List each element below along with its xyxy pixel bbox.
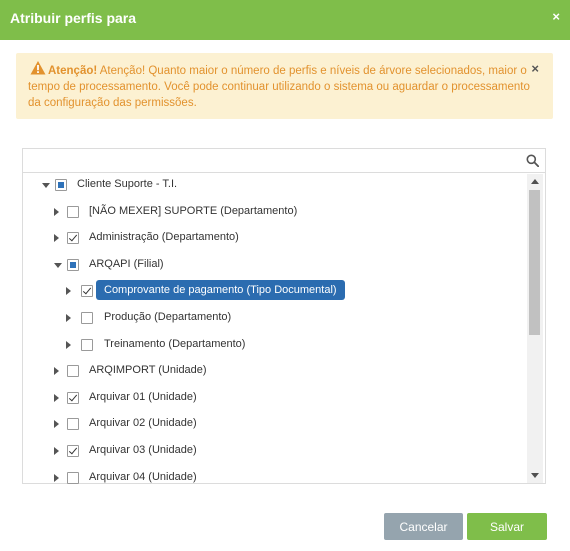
- tree-node[interactable]: ARQIMPORT (Unidade): [23, 360, 523, 382]
- tree-node-checkbox[interactable]: [67, 445, 79, 457]
- tree: Cliente Suporte - T.I. [NÃO MEXER] SUPORT…: [23, 174, 545, 484]
- search-icon[interactable]: [526, 154, 539, 167]
- tree-node[interactable]: [NÃO MEXER] SUPORTE (Departamento): [23, 201, 523, 223]
- expand-arrow-icon[interactable]: [42, 183, 50, 188]
- collapse-arrow-icon[interactable]: [54, 234, 59, 243]
- tree-node-checkbox[interactable]: [67, 232, 79, 245]
- collapse-arrow-icon[interactable]: [66, 314, 71, 322]
- tree-node-checkbox[interactable]: [67, 391, 79, 404]
- tree-node[interactable]: Comprovante de pagamento (Tipo Documenta…: [23, 280, 523, 302]
- tree-node-checkbox[interactable]: [55, 179, 67, 191]
- tree-node-checkbox[interactable]: [67, 471, 79, 484]
- tree-node-label[interactable]: Arquivar 03 (Unidade): [89, 444, 197, 456]
- collapse-arrow-icon[interactable]: [54, 473, 59, 482]
- tree-node-label[interactable]: Treinamento (Departamento): [104, 338, 245, 350]
- collapse-arrow-icon[interactable]: [66, 287, 71, 296]
- collapse-arrow-icon[interactable]: [54, 367, 59, 376]
- alert-strong: Atenção!: [48, 65, 98, 77]
- collapse-arrow-icon[interactable]: [54, 207, 59, 216]
- tree-node-checkbox[interactable]: [67, 258, 79, 271]
- collapse-arrow-icon[interactable]: [54, 393, 59, 402]
- tree-node[interactable]: Arquivar 03 (Unidade): [23, 440, 523, 462]
- dialog-header: Atribuir perfis para ×: [0, 0, 570, 40]
- tree-node-label[interactable]: Arquivar 04 (Unidade): [89, 471, 197, 483]
- profile-tree-panel: Cliente Suporte - T.I. [NÃO MEXER] SUPORT…: [22, 148, 546, 484]
- tree-node-checkbox[interactable]: [67, 205, 79, 218]
- tree-scrollbar[interactable]: [527, 174, 543, 483]
- tree-node-checkbox[interactable]: [81, 338, 93, 351]
- scroll-down-icon[interactable]: [531, 473, 539, 478]
- tree-node[interactable]: Treinamento (Departamento): [23, 334, 523, 356]
- alert-message: Atenção! Atenção! Quanto maior o número …: [28, 63, 533, 111]
- tree-node-label[interactable]: Arquivar 01 (Unidade): [89, 391, 197, 403]
- tree-node-label[interactable]: Arquivar 02 (Unidade): [89, 417, 197, 429]
- search-input[interactable]: [23, 149, 519, 172]
- tree-node-label[interactable]: Cliente Suporte - T.I.: [77, 178, 177, 190]
- tree-search: [23, 149, 545, 173]
- tree-node-label[interactable]: Produção (Departamento): [104, 311, 231, 323]
- tree-node[interactable]: Arquivar 02 (Unidade): [23, 413, 523, 435]
- tree-node-label[interactable]: Comprovante de pagamento (Tipo Documenta…: [96, 280, 345, 301]
- tree-node[interactable]: Arquivar 01 (Unidade): [23, 387, 523, 409]
- tree-node-label[interactable]: ARQAPI (Filial): [89, 258, 164, 270]
- tree-node[interactable]: Produção (Departamento): [23, 307, 523, 329]
- cancel-button[interactable]: Cancelar: [384, 513, 463, 540]
- collapse-arrow-icon[interactable]: [54, 420, 59, 429]
- close-icon[interactable]: ×: [552, 9, 560, 24]
- tree-node[interactable]: ARQAPI (Filial): [23, 254, 523, 276]
- tree-node-checkbox[interactable]: [67, 365, 79, 378]
- tree-node-checkbox[interactable]: [81, 285, 93, 298]
- alert-close-icon[interactable]: ×: [531, 61, 539, 76]
- alert-body: Atenção! Quanto maior o número de perfis…: [28, 65, 530, 109]
- tree-node-label[interactable]: [NÃO MEXER] SUPORTE (Departamento): [89, 205, 297, 217]
- tree-node-checkbox[interactable]: [81, 312, 93, 324]
- tree-node[interactable]: Cliente Suporte - T.I.: [23, 174, 523, 196]
- tree-node-label[interactable]: ARQIMPORT (Unidade): [89, 364, 207, 376]
- scroll-up-icon[interactable]: [531, 179, 539, 184]
- tree-node-label[interactable]: Administração (Departamento): [89, 231, 239, 243]
- warning-alert: Atenção! Atenção! Quanto maior o número …: [16, 53, 553, 119]
- dialog-title: Atribuir perfis para: [10, 10, 137, 26]
- collapse-arrow-icon[interactable]: [54, 447, 59, 455]
- expand-arrow-icon[interactable]: [54, 262, 62, 268]
- collapse-arrow-icon[interactable]: [66, 340, 71, 349]
- scroll-thumb[interactable]: [529, 190, 540, 335]
- tree-node[interactable]: Arquivar 04 (Unidade): [23, 467, 523, 484]
- save-button[interactable]: Salvar: [467, 513, 547, 540]
- tree-node[interactable]: Administração (Departamento): [23, 227, 523, 249]
- tree-node-checkbox[interactable]: [67, 418, 79, 431]
